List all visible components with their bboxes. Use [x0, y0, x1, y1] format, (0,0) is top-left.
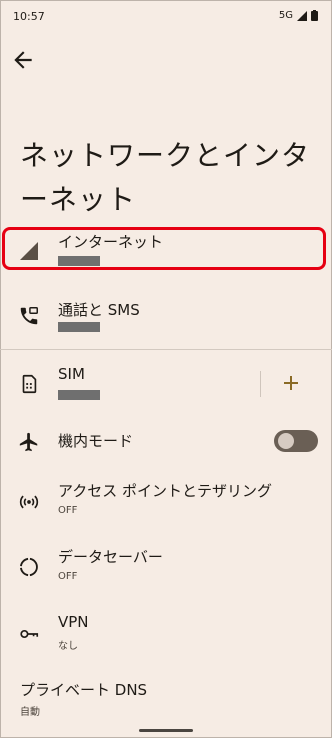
page-title: ネットワークとインターネット [20, 138, 311, 216]
data-saver-icon [20, 557, 38, 577]
private-dns-item[interactable]: プライベート DNS 自動 [0, 676, 332, 720]
data-saver-status: OFF [58, 571, 78, 582]
home-indicator[interactable] [139, 729, 193, 732]
back-arrow-icon[interactable] [10, 47, 36, 73]
network-type: 5G [278, 10, 293, 21]
airplane-mode-title: 機内モード [58, 432, 134, 450]
phone-message-icon [20, 307, 38, 325]
sim-title: SIM [58, 365, 85, 383]
status-indicators: 5G [279, 10, 318, 21]
private-dns-status: 自動 [20, 707, 40, 718]
sim-divider [260, 371, 261, 397]
airplane-icon [19, 432, 38, 452]
calls-sms-status-redacted [58, 322, 100, 332]
sim-status-redacted [58, 390, 100, 400]
data-saver-title: データセーバー [58, 548, 163, 566]
battery-icon [311, 10, 318, 21]
vpn-status: なし [58, 641, 78, 652]
hotspot-status: OFF [58, 505, 78, 516]
sim-item[interactable]: SIM [0, 360, 255, 408]
status-time: 10:57 [13, 10, 45, 23]
add-sim-plus-icon[interactable] [280, 370, 302, 396]
signal-icon [297, 10, 307, 21]
calls-sms-title: 通話と SMS [58, 301, 140, 319]
toggle-knob [278, 433, 294, 449]
hotspot-icon [19, 495, 39, 509]
vpn-title: VPN [58, 613, 89, 631]
sim-card-icon [22, 374, 37, 394]
airplane-mode-toggle[interactable] [274, 430, 318, 452]
section-divider [0, 349, 332, 350]
data-saver-item[interactable]: データセーバー OFF [0, 544, 332, 592]
airplane-mode-item[interactable]: 機内モード [0, 422, 260, 462]
vpn-item[interactable]: VPN なし [0, 610, 332, 658]
status-bar: 10:57 5G [0, 0, 332, 32]
highlight-box [2, 227, 326, 270]
hotspot-tethering-item[interactable]: アクセス ポイントとテザリング OFF [0, 478, 332, 526]
hotspot-title: アクセス ポイントとテザリング [58, 482, 273, 500]
private-dns-title: プライベート DNS [20, 681, 148, 699]
calls-sms-item[interactable]: 通話と SMS [0, 292, 332, 340]
key-icon [20, 629, 39, 639]
